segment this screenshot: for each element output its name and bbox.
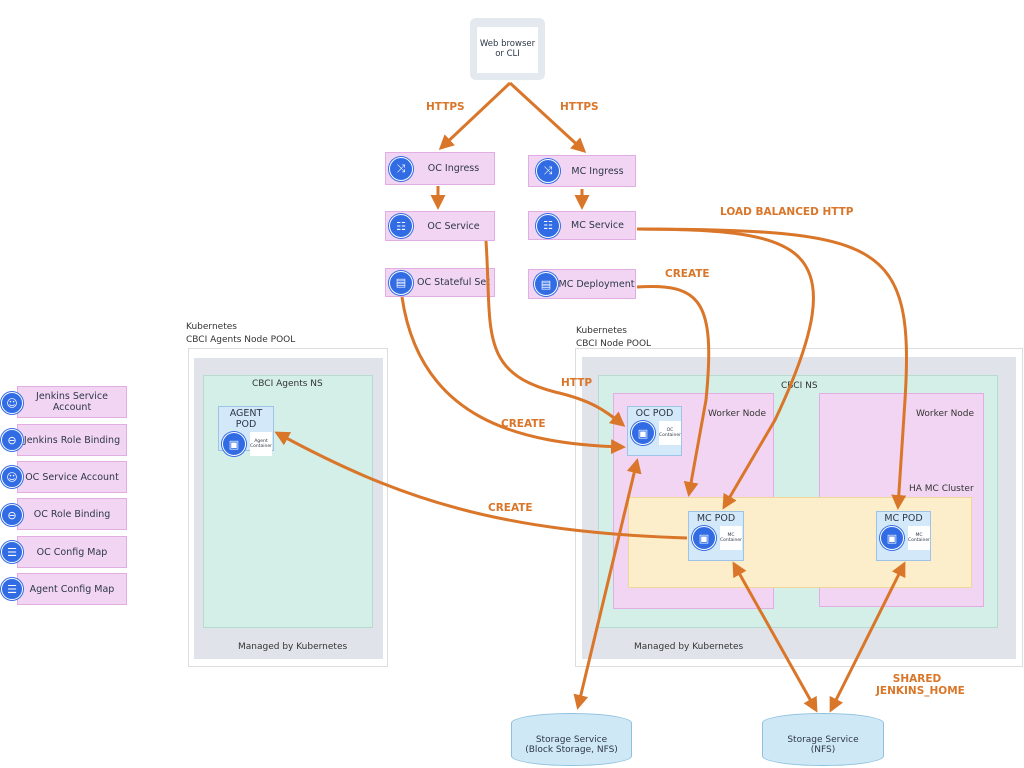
arrows-layer bbox=[274, 81, 908, 713]
label-https-right: HTTPS bbox=[560, 101, 599, 113]
arrow-mc-service-mc-pod-1 bbox=[636, 227, 815, 510]
arrow-oc-pod-block-storage bbox=[573, 458, 642, 710]
label-create-deployment: CREATE bbox=[665, 268, 710, 280]
label-http: HTTP bbox=[561, 377, 593, 389]
arrow-client-mc-ingress bbox=[508, 81, 587, 154]
label-shared-home: SHARED JENKINS_HOME bbox=[876, 673, 965, 697]
label-https-left: HTTPS bbox=[426, 101, 465, 113]
arrow-mc-pod-nfs bbox=[732, 561, 818, 713]
label-create-oc: CREATE bbox=[501, 418, 546, 430]
arrow-mc-pod-agent-pod bbox=[274, 431, 688, 540]
label-load-balanced: LOAD BALANCED HTTP bbox=[720, 206, 854, 218]
arrow-oc-service-oc-pod bbox=[484, 240, 626, 427]
arrow-client-oc-ingress bbox=[438, 81, 512, 151]
label-create-agent: CREATE bbox=[488, 502, 533, 514]
arrow-deployment-mc-pod-1 bbox=[636, 284, 711, 497]
